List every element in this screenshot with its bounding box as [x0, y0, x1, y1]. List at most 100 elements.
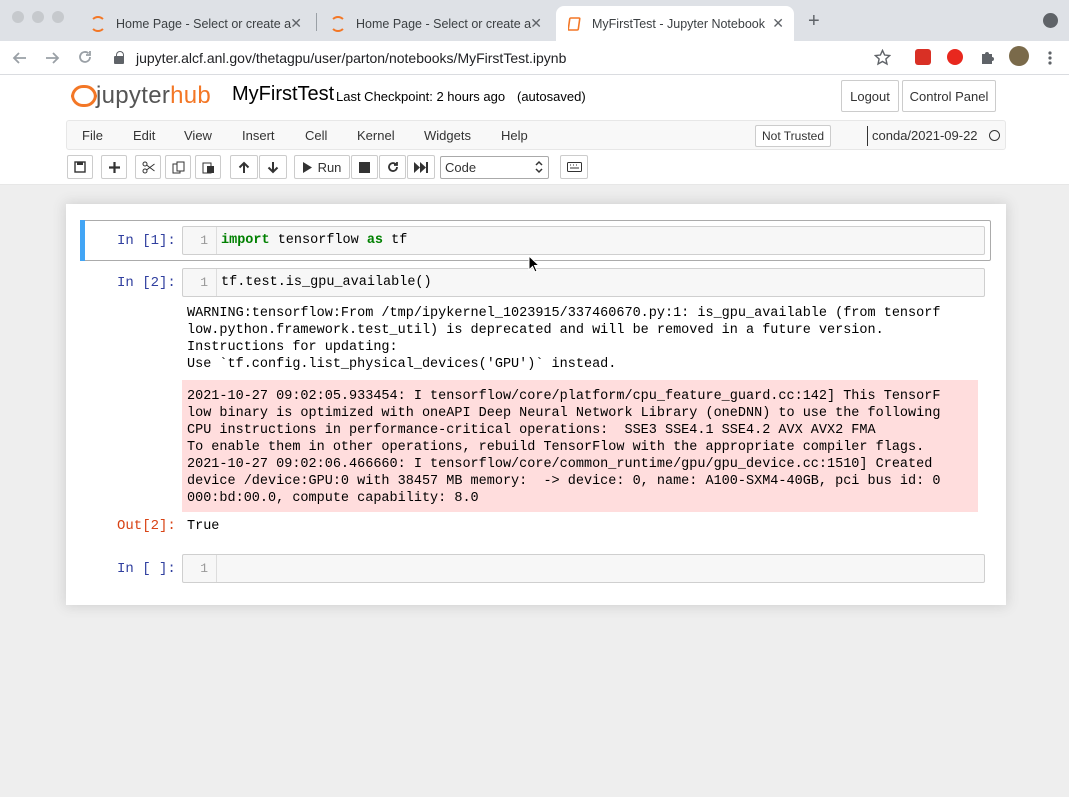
control-panel-button[interactable]: Control Panel [902, 80, 996, 112]
output-prompt: Out[2]: [117, 518, 176, 534]
logo-text-jupyter: jupyter [96, 82, 171, 109]
close-tab-icon[interactable]: ✕ [530, 15, 542, 32]
restart-kernel-button[interactable] [379, 155, 406, 179]
play-icon [302, 161, 312, 173]
execute-result: True [187, 519, 220, 534]
arrow-down-icon [267, 161, 279, 173]
copy-button[interactable] [165, 155, 191, 179]
jupyterhub-logo[interactable]: jupyter hub [70, 82, 211, 110]
profile-avatar[interactable] [1009, 46, 1029, 66]
extensions-puzzle-icon[interactable] [979, 49, 995, 65]
stderr-line: CPU instructions in performance-critical… [187, 423, 876, 438]
code-editor[interactable]: 1 import tensorflow as tf [182, 226, 985, 255]
browser-tab-3-active[interactable]: MyFirstTest - Jupyter Notebook ✕ [556, 6, 794, 41]
notebook-favicon-icon [568, 16, 581, 31]
back-icon[interactable] [12, 50, 28, 66]
save-icon [74, 161, 86, 173]
warning-output: WARNING:tensorflow:From /tmp/ipykernel_1… [187, 305, 940, 373]
paste-button[interactable] [195, 155, 221, 179]
stderr-output: 2021-10-27 09:02:05.933454: I tensorflow… [182, 380, 978, 512]
window-minimize-button[interactable] [32, 11, 44, 23]
tab-title: Home Page - Select or create a [356, 16, 532, 31]
cut-button[interactable] [135, 155, 161, 179]
line-number: 1 [183, 227, 217, 254]
chevron-updown-icon [535, 160, 543, 174]
cell-type-value: Code [445, 160, 477, 175]
plus-icon [108, 161, 120, 173]
kernel-name[interactable]: conda/2021-09-22 [872, 128, 978, 143]
code-editor[interactable]: 1 tf.test.is_gpu_available() [182, 268, 985, 297]
stderr-line: low binary is optimized with oneAPI Deep… [187, 406, 941, 421]
menu-help[interactable]: Help [501, 128, 528, 143]
scissors-icon [142, 161, 155, 173]
keyboard-icon [566, 162, 582, 172]
window-zoom-button[interactable] [52, 11, 64, 23]
mouse-cursor-icon [528, 255, 540, 273]
code-token: tensorflow [269, 233, 367, 248]
stderr-line: device /device:GPU:0 with 38457 MB memor… [187, 474, 941, 489]
url-text: jupyter.alcf.anl.gov/thetagpu/user/parto… [136, 50, 567, 66]
jupyter-header: jupyter hub MyFirstTest Last Checkpoint: … [0, 75, 1069, 185]
move-up-button[interactable] [230, 155, 258, 179]
extension-shield-icon[interactable] [947, 49, 963, 65]
lock-icon[interactable] [114, 51, 124, 64]
menu-widgets[interactable]: Widgets [424, 128, 471, 143]
command-palette-button[interactable] [560, 155, 588, 179]
stderr-line: To enable them in other operations, rebu… [187, 440, 925, 455]
browser-toolbar: jupyter.alcf.anl.gov/thetagpu/user/parto… [0, 41, 1069, 75]
notebook-name[interactable]: MyFirstTest [232, 83, 334, 106]
not-trusted-badge[interactable]: Not Trusted [755, 125, 831, 147]
close-tab-icon[interactable]: ✕ [290, 15, 302, 32]
warning-line: Use `tf.config.list_physical_devices('GP… [187, 357, 617, 372]
notebook-menubar: File Edit View Insert Cell Kernel Widget… [66, 120, 1006, 150]
run-button[interactable]: Run [294, 155, 350, 179]
browser-tab-1[interactable]: Home Page - Select or create a ✕ [78, 6, 312, 41]
run-label: Run [317, 159, 342, 175]
stop-icon [359, 161, 370, 173]
save-button[interactable] [67, 155, 93, 179]
new-tab-button[interactable]: + [808, 10, 820, 33]
reload-icon[interactable] [77, 49, 93, 65]
browser-tab-strip: Home Page - Select or create a ✕ Home Pa… [0, 0, 1069, 41]
code-text: import tensorflow as tf [221, 227, 407, 254]
menu-view[interactable]: View [184, 128, 212, 143]
stderr-text: 2021-10-27 09:02:05.933454: I tensorflow… [187, 388, 940, 507]
code-keyword: as [366, 233, 384, 248]
warning-line: low.python.framework.test_util) is depre… [187, 323, 884, 338]
close-tab-icon[interactable]: ✕ [772, 15, 784, 32]
tab-search-icon[interactable] [1043, 13, 1058, 28]
menu-kernel[interactable]: Kernel [357, 128, 395, 143]
last-checkpoint: Last Checkpoint: 2 hours ago [336, 89, 506, 104]
bookmark-star-icon[interactable] [874, 49, 891, 66]
jupyter-favicon-icon [330, 15, 346, 32]
extension-lastpass-icon[interactable] [915, 49, 931, 65]
logo-text-hub: hub [170, 82, 212, 109]
menu-file[interactable]: File [82, 128, 103, 143]
selected-cell-indicator [80, 220, 85, 261]
code-keyword: import [221, 233, 270, 248]
forward-icon[interactable] [44, 50, 60, 66]
logout-button[interactable]: Logout [841, 80, 899, 112]
menu-cell[interactable]: Cell [305, 128, 327, 143]
cell-type-select[interactable]: Code [440, 156, 549, 179]
warning-line: WARNING:tensorflow:From /tmp/ipykernel_1… [187, 306, 941, 321]
window-close-button[interactable] [12, 11, 24, 23]
browser-menu-icon[interactable] [1047, 50, 1053, 66]
move-down-button[interactable] [259, 155, 287, 179]
stderr-line: 2021-10-27 09:02:05.933454: I tensorflow… [187, 389, 941, 404]
tab-separator [316, 13, 317, 31]
tab-title: MyFirstTest - Jupyter Notebook [592, 16, 765, 31]
menu-insert[interactable]: Insert [242, 128, 275, 143]
line-number: 1 [183, 555, 217, 582]
restart-run-all-button[interactable] [407, 155, 435, 179]
interrupt-kernel-button[interactable] [351, 155, 378, 179]
menu-edit[interactable]: Edit [133, 128, 155, 143]
code-editor[interactable]: 1 [182, 554, 985, 583]
browser-tab-2[interactable]: Home Page - Select or create a ✕ [318, 6, 552, 41]
address-bar[interactable]: jupyter.alcf.anl.gov/thetagpu/user/parto… [108, 44, 908, 72]
warning-line: Instructions for updating: [187, 340, 398, 355]
insert-cell-button[interactable] [101, 155, 127, 179]
arrow-up-icon [238, 161, 250, 173]
stderr-line: 2021-10-27 09:02:06.466660: I tensorflow… [187, 457, 933, 472]
autosave-status: (autosaved) [517, 89, 586, 104]
